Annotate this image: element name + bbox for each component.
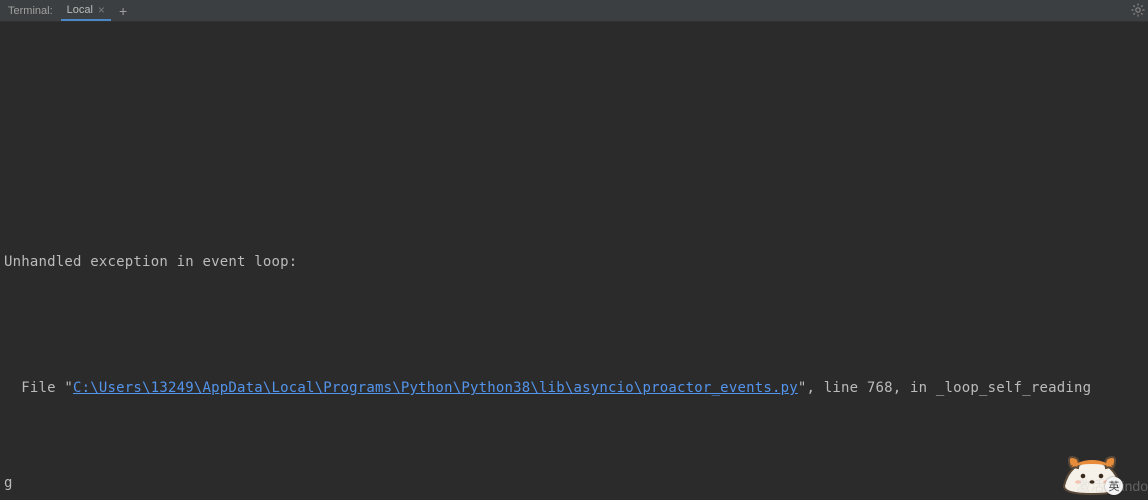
terminal-tabbar: Terminal: Local × + — [0, 0, 1148, 22]
close-icon[interactable]: × — [98, 4, 105, 16]
traceback-header: Unhandled exception in event loop: — [4, 247, 1144, 279]
traceback-frame: File "C:\Users\13249\AppData\Local\Progr… — [4, 373, 1144, 405]
plus-icon: + — [119, 3, 127, 19]
terminal-panel-title: Terminal: — [0, 5, 61, 17]
add-tab-button[interactable]: + — [111, 3, 135, 19]
file-link[interactable]: C:\Users\13249\AppData\Local\Programs\Py… — [73, 380, 798, 396]
terminal-scrollback-gap — [4, 89, 1144, 184]
tab-local[interactable]: Local × — [61, 0, 111, 21]
traceback-wrap: g — [4, 468, 1144, 500]
gear-icon[interactable] — [1130, 2, 1146, 21]
terminal-output[interactable]: Unhandled exception in event loop: File … — [0, 22, 1148, 500]
tab-label: Local — [67, 4, 93, 16]
